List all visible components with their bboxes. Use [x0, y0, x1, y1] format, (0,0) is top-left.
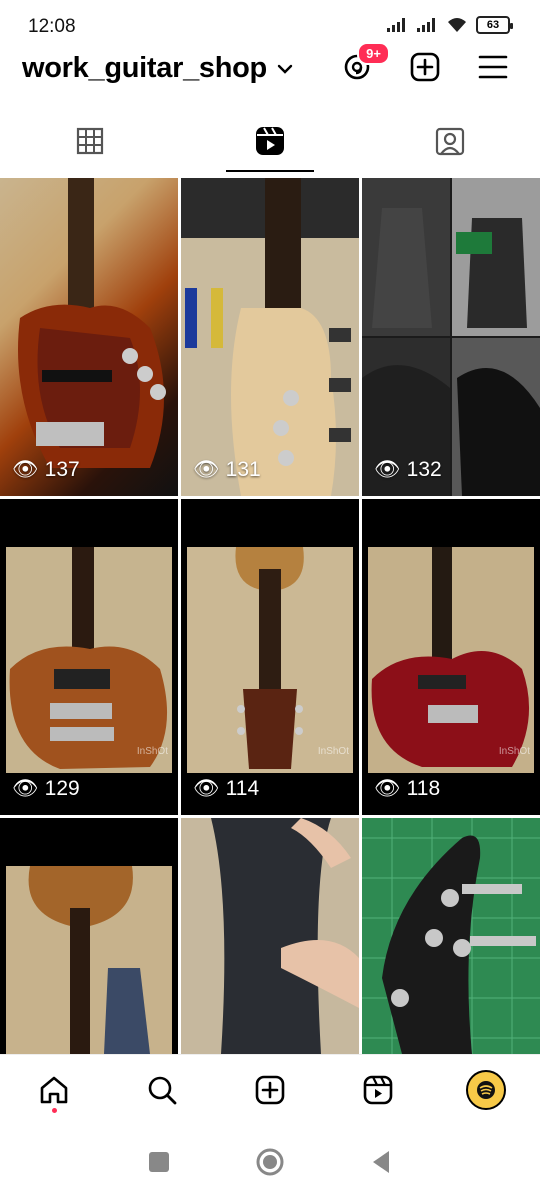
status-icons: 63 [386, 16, 513, 34]
view-count: 👁 118 [374, 777, 440, 801]
battery-icon: 63 [476, 16, 513, 34]
search-icon [148, 1076, 177, 1104]
view-count: 👁 129 [12, 777, 80, 801]
tab-reels[interactable] [180, 108, 360, 174]
reels-icon [256, 127, 284, 155]
view-count: 👁 137 [12, 458, 80, 482]
red-electric-guitar-image [368, 547, 534, 773]
hamburger-menu-icon [478, 55, 508, 79]
tagged-icon [435, 127, 465, 156]
grid-icon [76, 127, 104, 155]
chevron-down-icon [277, 64, 293, 74]
mahogany-bass-image [6, 547, 172, 773]
view-count: 👁 131 [193, 458, 261, 482]
reel-tile[interactable] [0, 818, 178, 1054]
cort-acoustic-image [6, 866, 172, 1054]
notification-badge: 9+ [357, 42, 390, 65]
view-count: 👁 132 [374, 458, 442, 482]
threads-button[interactable]: 9+ [338, 42, 390, 86]
create-icon [255, 1075, 285, 1104]
back-button[interactable] [369, 1149, 393, 1175]
view-count-value: 131 [225, 458, 261, 481]
recent-apps-button[interactable] [147, 1150, 171, 1174]
watermark: InShOt [317, 746, 349, 757]
create-post-button[interactable] [406, 48, 444, 86]
home-notification-dot [52, 1107, 57, 1113]
reel-tile[interactable]: 👁 131 [181, 178, 359, 496]
home-system-button[interactable] [255, 1147, 285, 1177]
ibanez-bass-collage-image [362, 178, 540, 496]
system-navigation-bar [0, 1124, 540, 1200]
wifi-icon [448, 18, 466, 32]
signal-icon [387, 18, 405, 32]
profile-tabs [0, 108, 540, 174]
shop-logo-icon [477, 1080, 495, 1099]
reel-tile[interactable]: 👁 132 [362, 178, 540, 496]
guitar-headstock-image [181, 178, 359, 496]
reel-tile[interactable] [181, 818, 359, 1054]
view-count-value: 129 [44, 777, 80, 800]
eye-icon: 👁 [193, 777, 220, 800]
watermark: InShOt [498, 746, 530, 757]
eye-icon: 👁 [374, 777, 401, 800]
home-icon [40, 1076, 68, 1103]
gig-bag-image [181, 818, 359, 1054]
reel-tile[interactable]: 👁 137 [0, 178, 178, 496]
header-actions: 9+ [338, 42, 512, 86]
tab-grid[interactable] [0, 108, 180, 174]
reel-tile[interactable]: InShOt 👁 118 [362, 499, 540, 815]
reel-tile[interactable] [362, 818, 540, 1054]
view-count-value: 132 [406, 458, 442, 481]
view-count: 👁 114 [193, 777, 259, 801]
bass-guitar-image [18, 178, 166, 468]
signal-icon-2 [417, 18, 435, 32]
reel-tile[interactable]: InShOt 👁 129 [0, 499, 178, 815]
reel-tile[interactable]: InShOt 👁 114 [181, 499, 359, 815]
nav-search[interactable] [135, 1063, 189, 1117]
battery-level: 63 [486, 19, 500, 31]
view-count-value: 114 [225, 777, 260, 800]
status-bar: 12:08 63 [0, 0, 540, 52]
profile-avatar [466, 1069, 506, 1110]
username: work_guitar_shop [22, 52, 267, 84]
plus-square-icon [410, 52, 440, 82]
nav-profile[interactable] [459, 1063, 513, 1117]
eye-icon: 👁 [12, 458, 39, 481]
bottom-navigation [0, 1054, 540, 1124]
profile-header: work_guitar_shop 9+ [0, 42, 540, 92]
eye-icon: 👁 [12, 777, 39, 800]
menu-button[interactable] [474, 48, 512, 86]
nav-create[interactable] [243, 1063, 297, 1117]
status-time: 12:08 [28, 16, 76, 37]
tab-tagged[interactable] [360, 108, 540, 174]
eye-icon: 👁 [374, 458, 401, 481]
yamaha-headstock-image [362, 818, 540, 1054]
account-switcher[interactable]: work_guitar_shop [22, 52, 293, 85]
view-count-value: 118 [406, 777, 441, 800]
watermark: InShOt [136, 746, 168, 757]
nav-reels[interactable] [351, 1063, 405, 1117]
reels-nav-icon [363, 1075, 393, 1104]
view-count-value: 137 [44, 458, 80, 481]
eye-icon: 👁 [193, 458, 220, 481]
reels-grid: 👁 137 👁 131 👁 132 InShOt 👁 129 InShOt 👁 … [0, 172, 540, 1054]
nav-home[interactable] [27, 1063, 81, 1117]
washburn-acoustic-image [187, 547, 353, 773]
